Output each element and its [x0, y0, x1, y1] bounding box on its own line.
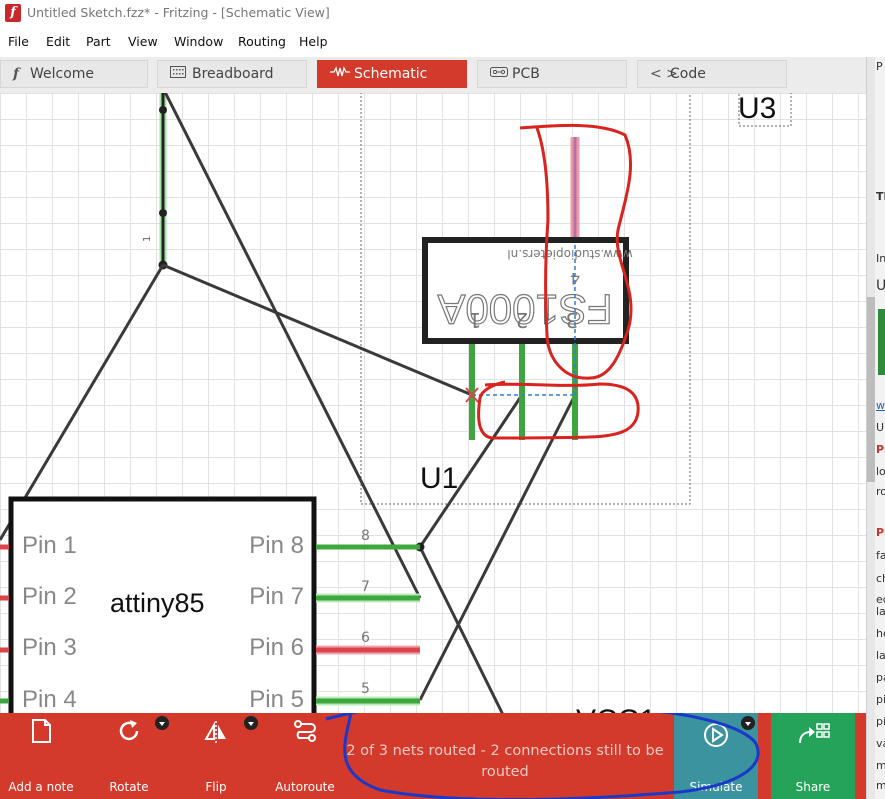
- schematic-icon: [330, 66, 350, 82]
- part-thumbnail: [878, 309, 885, 375]
- right-inspector-panel: P TE In U w U Pr lo ro Pr fa ch ec la ho…: [866, 57, 885, 799]
- wire-pin8-to-vcc[interactable]: [418, 546, 513, 713]
- pin8-number: 8: [361, 528, 370, 544]
- pin6-label: Pin 6: [249, 634, 304, 661]
- vcc1-label[interactable]: VCC1: [576, 704, 656, 713]
- panel-text: lo: [876, 465, 885, 478]
- panel-text: la: [876, 649, 885, 662]
- view-tab-bar: f Welcome Breadboard Schematic PCB < > C…: [0, 57, 866, 93]
- tab-pcb[interactable]: PCB: [477, 60, 627, 88]
- tab-welcome[interactable]: f Welcome: [0, 60, 148, 88]
- tab-schematic-label: Schematic: [354, 66, 428, 82]
- panel-text: In: [876, 252, 885, 265]
- pin2-label: Pin 2: [22, 583, 77, 610]
- panel-text: m: [876, 779, 885, 792]
- tab-schematic[interactable]: Schematic: [317, 60, 467, 88]
- vertical-scrollbar-thumb[interactable]: [867, 297, 875, 482]
- menu-part[interactable]: Part: [86, 34, 111, 49]
- menu-edit[interactable]: Edit: [46, 34, 70, 49]
- panel-text: Pr: [876, 526, 885, 539]
- panel-text: P: [876, 60, 883, 73]
- pin4-label: Pin 4: [22, 686, 77, 713]
- breadboard-icon: [170, 66, 186, 82]
- panel-text: la: [876, 605, 885, 618]
- attiny85-name: attiny85: [110, 588, 205, 618]
- panel-text: ro: [876, 485, 885, 498]
- pin1-label: Pin 1: [22, 532, 77, 559]
- menu-view[interactable]: View: [128, 34, 158, 49]
- menu-file[interactable]: File: [8, 34, 29, 49]
- window-title: Untitled Sketch.fzz* - Fritzing - [Schem…: [27, 5, 330, 20]
- panel-text: U: [876, 421, 885, 434]
- menu-bar: File Edit Part View Window Routing Help: [0, 30, 885, 54]
- wire-pin-label: 1: [142, 236, 153, 242]
- fritzing-logo-icon: f: [5, 4, 21, 22]
- pin7-label: Pin 7: [249, 583, 304, 610]
- fs1000a-pin1-number: 1: [469, 308, 482, 332]
- wire-bendpoint[interactable]: [159, 106, 167, 114]
- pin5-number: 5: [361, 681, 370, 697]
- schematic-drawing: U3 1 FS1000A www.studiopieters.nl 4 3 2 …: [0, 93, 792, 713]
- panel-text: pi: [876, 715, 885, 728]
- vertical-scrollbar[interactable]: [867, 57, 875, 799]
- panel-text: m: [876, 759, 885, 772]
- pin5-label: Pin 5: [249, 686, 304, 713]
- panel-text: pa: [876, 671, 885, 684]
- annotation-blue-ellipse: [325, 713, 760, 799]
- wire-pin5-to-sensor[interactable]: [418, 394, 577, 701]
- title-bar: f Untitled Sketch.fzz* - Fritzing - [Sch…: [0, 0, 885, 28]
- u3-label[interactable]: U3: [738, 93, 776, 125]
- pin7-number: 7: [361, 579, 370, 595]
- tab-pcb-label: PCB: [512, 66, 540, 82]
- menu-help[interactable]: Help: [299, 34, 328, 49]
- panel-text: fa: [876, 549, 885, 562]
- tab-code[interactable]: < > Code: [637, 60, 787, 88]
- panel-text: ho: [876, 627, 885, 640]
- panel-text: va: [876, 737, 885, 750]
- wire-bendpoint[interactable]: [159, 209, 167, 217]
- pin8-label: Pin 8: [249, 532, 304, 559]
- menu-routing[interactable]: Routing: [238, 34, 286, 49]
- schematic-canvas[interactable]: U3 1 FS1000A www.studiopieters.nl 4 3 2 …: [0, 93, 866, 713]
- fs1000a-pin4-number: 4: [570, 269, 580, 288]
- fs1000a-pin3-number: 3: [566, 308, 579, 332]
- bottom-toolbar: Add a note Rotate Flip Autoroute 2 of 3 …: [0, 713, 866, 799]
- panel-text: ch: [876, 572, 885, 585]
- pin6-number: 6: [361, 630, 370, 646]
- pin3-label: Pin 3: [22, 634, 77, 661]
- panel-text: U: [876, 278, 885, 294]
- tab-code-label: Code: [670, 66, 706, 82]
- tab-breadboard-label: Breadboard: [192, 66, 274, 82]
- pcb-icon: [490, 66, 508, 82]
- panel-text: pi: [876, 693, 885, 706]
- tab-breadboard[interactable]: Breadboard: [157, 60, 307, 88]
- panel-link[interactable]: w: [876, 399, 885, 412]
- fs1000a-pin2-number: 2: [516, 308, 529, 332]
- u1-label[interactable]: U1: [420, 462, 458, 495]
- fritzing-icon: f: [13, 66, 20, 82]
- panel-text: TE: [876, 190, 885, 203]
- menu-window[interactable]: Window: [174, 34, 223, 49]
- panel-text: Pr: [876, 443, 885, 456]
- tab-welcome-label: Welcome: [30, 66, 95, 82]
- fs1000a-url: www.studiopieters.nl: [507, 247, 632, 261]
